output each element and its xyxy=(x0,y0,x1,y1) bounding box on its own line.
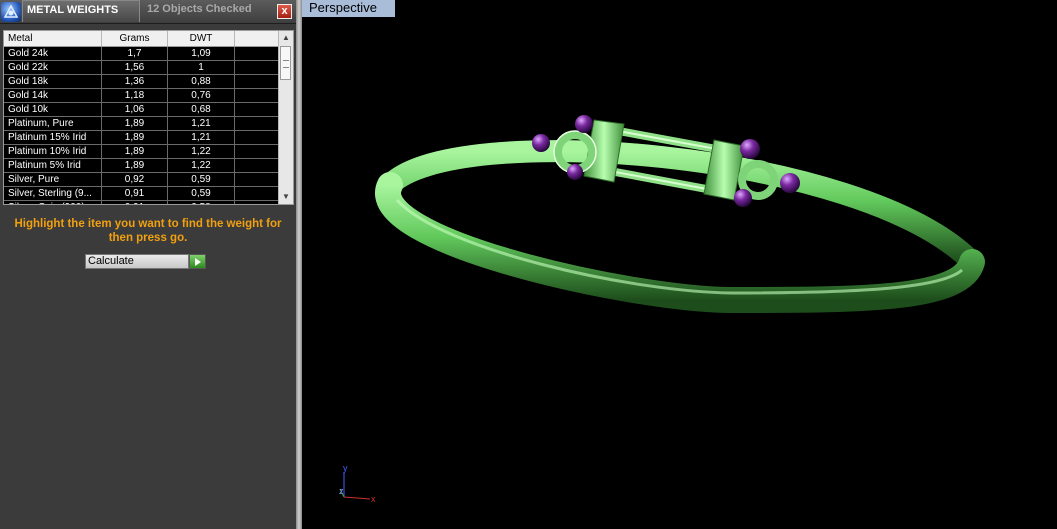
axis-x-label: x xyxy=(371,494,376,504)
metal-cell: Gold 18k xyxy=(4,75,102,88)
table-row[interactable]: Platinum 10% Irid 1,89 1,22 xyxy=(4,145,279,159)
column-header-dwt[interactable]: DWT xyxy=(168,31,235,46)
blank-cell xyxy=(235,145,279,158)
table-row[interactable]: Silver, Sterling (9... 0,91 0,59 xyxy=(4,187,279,201)
grams-cell: 0,91 xyxy=(102,187,168,200)
metal-weights-table: Metal Grams DWT Gold 24k 1,7 1,09 Gold 22k 1… xyxy=(3,30,294,205)
dwt-cell: 1,22 xyxy=(168,159,235,172)
table-row[interactable]: Gold 14k 1,18 0,76 xyxy=(4,89,279,103)
metal-weights-panel: METAL WEIGHTS 12 Objects Checked x Metal… xyxy=(0,0,296,529)
grams-cell: 1,56 xyxy=(102,61,168,74)
grams-cell: 0,91 xyxy=(102,201,168,204)
table-row[interactable]: Platinum 15% Irid 1,89 1,21 xyxy=(4,131,279,145)
blank-cell xyxy=(235,47,279,60)
column-header-metal[interactable]: Metal xyxy=(4,31,102,46)
tab-objects-checked[interactable]: 12 Objects Checked xyxy=(142,0,276,22)
calculate-dropdown[interactable]: Calculate xyxy=(85,254,189,269)
scroll-down-arrow-icon[interactable]: ▼ xyxy=(279,190,293,204)
dwt-cell: 0,59 xyxy=(168,187,235,200)
metal-cell: Gold 24k xyxy=(4,47,102,60)
scrollbar-thumb[interactable] xyxy=(280,46,291,80)
blank-cell xyxy=(235,159,279,172)
panel-titlebar: METAL WEIGHTS 12 Objects Checked x xyxy=(0,0,296,24)
metal-cell: Gold 14k xyxy=(4,89,102,102)
table-row[interactable]: Gold 18k 1,36 0,88 xyxy=(4,75,279,89)
metal-cell: Gold 10k xyxy=(4,103,102,116)
dwt-cell: 0,59 xyxy=(168,173,235,186)
blank-cell xyxy=(235,173,279,186)
column-header-blank xyxy=(235,31,279,46)
column-header-grams[interactable]: Grams xyxy=(102,31,168,46)
table-row[interactable]: Gold 10k 1,06 0,68 xyxy=(4,103,279,117)
dwt-cell: 1 xyxy=(168,61,235,74)
dwt-cell: 0,58 xyxy=(168,201,235,204)
grams-cell: 1,89 xyxy=(102,145,168,158)
dwt-cell: 1,21 xyxy=(168,117,235,130)
grams-cell: 1,89 xyxy=(102,117,168,130)
dwt-cell: 0,76 xyxy=(168,89,235,102)
metal-cell: Platinum 10% Irid xyxy=(4,145,102,158)
blank-cell xyxy=(235,201,279,204)
dwt-cell: 1,21 xyxy=(168,131,235,144)
metal-cell: Silver, Coin (900) xyxy=(4,201,102,204)
grams-cell: 1,89 xyxy=(102,131,168,144)
go-button[interactable] xyxy=(189,254,206,269)
table-row[interactable]: Platinum, Pure 1,89 1,21 xyxy=(4,117,279,131)
metal-cell: Gold 22k xyxy=(4,61,102,74)
blank-cell xyxy=(235,187,279,200)
tab-metal-weights[interactable]: METAL WEIGHTS xyxy=(22,0,140,22)
axis-y-label: y xyxy=(343,463,348,473)
instruction-text: Highlight the item you want to find the … xyxy=(14,218,282,244)
perspective-viewport[interactable]: Perspective y x z xyxy=(302,0,1057,529)
ring-model[interactable]: y x z xyxy=(302,0,1057,529)
grams-cell: 1,36 xyxy=(102,75,168,88)
table-row[interactable]: Silver, Coin (900)0,910,58 xyxy=(4,201,279,204)
table-row[interactable]: Gold 24k 1,7 1,09 xyxy=(4,47,279,61)
grams-cell: 0,92 xyxy=(102,173,168,186)
blank-cell xyxy=(235,75,279,88)
metal-cell: Silver, Sterling (9... xyxy=(4,187,102,200)
grams-cell: 1,18 xyxy=(102,89,168,102)
grams-cell: 1,7 xyxy=(102,47,168,60)
blank-cell xyxy=(235,117,279,130)
table-scrollbar[interactable]: ▲ ▼ xyxy=(278,31,293,204)
table-row[interactable]: Gold 22k 1,56 1 xyxy=(4,61,279,75)
close-button[interactable]: x xyxy=(277,4,292,19)
metal-cell: Platinum 5% Irid xyxy=(4,159,102,172)
table-row[interactable]: Platinum 5% Irid 1,89 1,22 xyxy=(4,159,279,173)
blank-cell xyxy=(235,131,279,144)
grams-cell: 1,06 xyxy=(102,103,168,116)
blank-cell xyxy=(235,89,279,102)
app-logo-icon xyxy=(1,2,21,22)
axis-z-label: z xyxy=(339,486,344,496)
table-header: Metal Grams DWT xyxy=(4,31,279,47)
table-row[interactable]: Silver, Pure 0,92 0,59 xyxy=(4,173,279,187)
axis-gizmo-icon: y x z xyxy=(339,463,376,504)
metal-cell: Platinum, Pure xyxy=(4,117,102,130)
dwt-cell: 1,22 xyxy=(168,145,235,158)
metal-cell: Platinum 15% Irid xyxy=(4,131,102,144)
scroll-up-arrow-icon[interactable]: ▲ xyxy=(279,31,293,45)
metal-cell: Silver, Pure xyxy=(4,173,102,186)
dwt-cell: 0,88 xyxy=(168,75,235,88)
grams-cell: 1,89 xyxy=(102,159,168,172)
dwt-cell: 1,09 xyxy=(168,47,235,60)
blank-cell xyxy=(235,61,279,74)
blank-cell xyxy=(235,103,279,116)
table-body: Gold 24k 1,7 1,09 Gold 22k 1,56 1 Gold 18k 1,36… xyxy=(4,47,279,204)
dwt-cell: 0,68 xyxy=(168,103,235,116)
